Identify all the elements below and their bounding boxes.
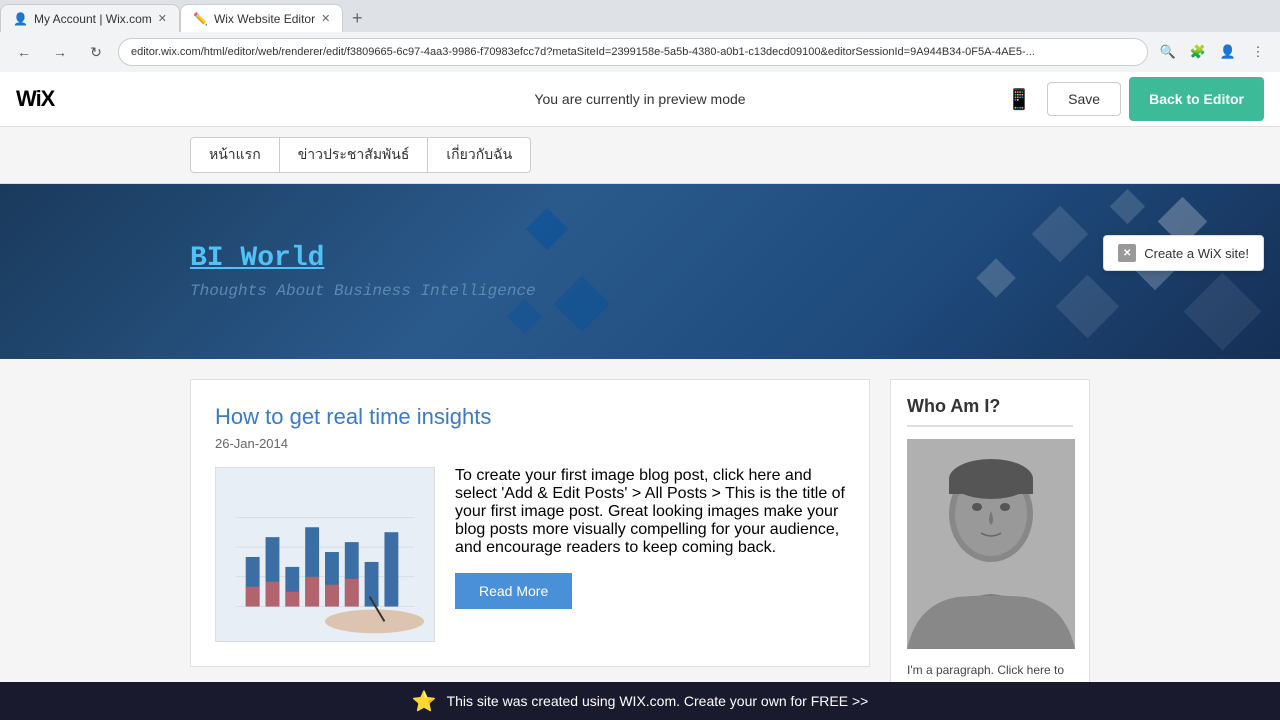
blog-area: How to get real time insights 26-Jan-201…	[190, 379, 870, 720]
preview-mode-text: You are currently in preview mode	[534, 91, 745, 107]
tab1-favicon: 👤	[13, 12, 28, 26]
forward-button[interactable]: →	[46, 38, 74, 66]
tab2-close-icon[interactable]: ✕	[321, 12, 330, 25]
tab2-label: Wix Website Editor	[214, 12, 315, 26]
nav-item-about[interactable]: เกี่ยวกับฉัน	[428, 137, 531, 173]
address-text: editor.wix.com/html/editor/web/renderer/…	[131, 46, 1035, 58]
blog-post-body: To create your first image blog post, cl…	[215, 467, 845, 642]
browser-tab-2[interactable]: ✏️ Wix Website Editor ✕	[180, 4, 343, 32]
hero-section: BI World Thoughts About Business Intelli…	[0, 184, 1280, 359]
browser-tab-1[interactable]: 👤 My Account | Wix.com ✕	[0, 4, 180, 32]
blog-post-date: 26-Jan-2014	[215, 436, 845, 451]
nav-item-home[interactable]: หน้าแรก	[190, 137, 280, 173]
back-button[interactable]: ←	[10, 38, 38, 66]
create-wix-text: Create a WiX site!	[1144, 246, 1249, 261]
refresh-button[interactable]: ↻	[82, 38, 110, 66]
website-content: ✕ Create a WiX site! หน้าแรก ข่าวประชาสั…	[0, 127, 1280, 720]
mobile-preview-icon[interactable]: 📱	[1003, 83, 1035, 115]
blog-post-title: How to get real time insights	[215, 404, 845, 430]
hero-subtitle: Thoughts About Business Intelligence	[190, 282, 536, 300]
editor-bar: WiX You are currently in preview mode 📱 …	[0, 72, 1280, 127]
tab2-favicon: ✏️	[193, 12, 208, 26]
main-content: How to get real time insights 26-Jan-201…	[0, 359, 1280, 720]
blog-post-text: To create your first image blog post, cl…	[455, 467, 845, 642]
wix-logo: WiX	[16, 86, 54, 112]
hero-title: BI World	[190, 243, 536, 274]
browser-nav: ← → ↻ editor.wix.com/html/editor/web/ren…	[0, 32, 1280, 72]
bottom-banner[interactable]: ⭐ This site was created using WIX.com. C…	[0, 682, 1280, 720]
save-button[interactable]: Save	[1047, 82, 1121, 116]
address-bar[interactable]: editor.wix.com/html/editor/web/renderer/…	[118, 38, 1148, 66]
new-tab-button[interactable]: +	[343, 4, 371, 32]
blog-post-image	[215, 467, 435, 642]
bottom-banner-icon: ⭐	[412, 689, 437, 714]
bottom-banner-text: This site was created using WIX.com. Cre…	[447, 693, 869, 709]
tab1-label: My Account | Wix.com	[34, 12, 152, 26]
avatar-image	[907, 439, 1075, 649]
read-more-button[interactable]: Read More	[455, 573, 572, 609]
menu-icon[interactable]: ⋮	[1246, 40, 1270, 64]
extensions-icon[interactable]: 🧩	[1186, 40, 1210, 64]
tab1-close-icon[interactable]: ✕	[158, 12, 167, 25]
hero-shapes	[512, 184, 1280, 359]
site-nav: หน้าแรก ข่าวประชาสัมพันธ์ เกี่ยวกับฉัน	[0, 127, 1280, 184]
nav-icons: 🔍 🧩 👤 ⋮	[1156, 40, 1270, 64]
sidebar-widget: Who Am I?	[890, 379, 1090, 720]
account-icon[interactable]: 👤	[1216, 40, 1240, 64]
sidebar: Who Am I?	[890, 379, 1090, 720]
back-to-editor-button[interactable]: Back to Editor	[1129, 77, 1264, 121]
hero-text: BI World Thoughts About Business Intelli…	[190, 243, 536, 300]
browser-tabs: 👤 My Account | Wix.com ✕ ✏️ Wix Website …	[0, 0, 1280, 32]
blog-post-paragraph: To create your first image blog post, cl…	[455, 467, 845, 557]
blog-chart-svg	[216, 467, 434, 642]
nav-item-news[interactable]: ข่าวประชาสัมพันธ์	[280, 137, 429, 173]
sidebar-avatar	[907, 439, 1075, 649]
sidebar-title: Who Am I?	[907, 396, 1073, 427]
create-wix-close-icon[interactable]: ✕	[1118, 244, 1136, 262]
create-wix-banner: ✕ Create a WiX site!	[1103, 235, 1264, 271]
search-icon[interactable]: 🔍	[1156, 40, 1180, 64]
browser-chrome: 👤 My Account | Wix.com ✕ ✏️ Wix Website …	[0, 0, 1280, 72]
blog-post-1: How to get real time insights 26-Jan-201…	[190, 379, 870, 667]
